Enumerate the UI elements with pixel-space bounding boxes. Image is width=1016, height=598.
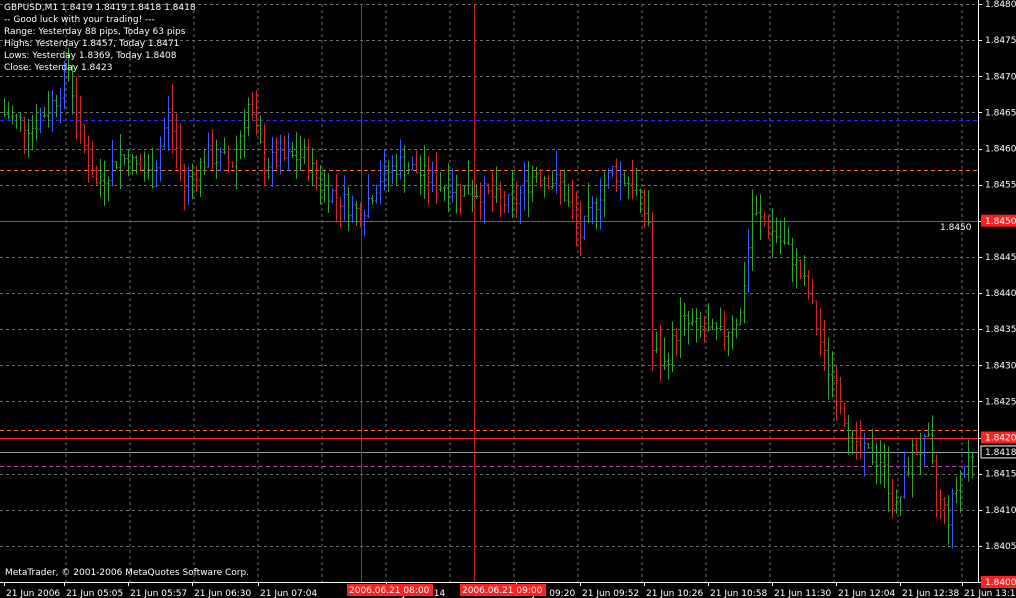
y-tick-label: 1.8480 (985, 0, 1016, 10)
copyright-text: MetaTrader, © 2001-2006 MetaQuotes Softw… (5, 568, 250, 578)
range-line: Range: Yesterday 88 pips, Today 63 pips (4, 27, 186, 37)
x-tick-label: 21 Jun 12:04 (838, 589, 895, 598)
x-tick-label: 21 Jun 11:30 (774, 589, 831, 598)
chart-background (0, 0, 1016, 598)
level-annotation: 1.8450 (940, 223, 972, 233)
y-tick-label: 1.8460 (985, 145, 1016, 155)
y-tick-label: 1.8470 (985, 72, 1016, 82)
y-tick-label: 1.8445 (985, 253, 1016, 263)
x-tick-label: 21 Jun 10:58 (710, 589, 767, 598)
y-tick-label: 1.8415 (985, 470, 1016, 480)
lows-line: Lows: Yesterday 1.8369, Today 1.8408 (4, 51, 177, 61)
y-tick-label: 1.8465 (985, 108, 1016, 118)
y-tick-label: 1.8455 (985, 181, 1016, 191)
y-tick-label: 1.8440 (985, 289, 1016, 299)
x-tick-label: 21 Jun 09:52 (582, 589, 639, 598)
y-tick-label: 1.8405 (985, 542, 1016, 552)
symbol-line: GBPUSD,M1 1.8419 1.8419 1.8418 1.8418 (4, 3, 196, 13)
x-tick-label: 21 Jun 10:26 (646, 589, 703, 598)
y-tick-label: 1.8475 (985, 36, 1016, 46)
x-tick-label: 21 Jun 05:05 (66, 589, 123, 598)
x-marker-label: 2006.06.21 08:00 (349, 586, 430, 596)
y-tick-label: 1.8425 (985, 397, 1016, 407)
comment-line: -- Good luck with your trading! --- (4, 15, 155, 25)
close-line: Close: Yesterday 1.8423 (4, 63, 113, 73)
y-tick-label: 1.8410 (985, 506, 1016, 516)
x-marker-label: 2006.06.21 09:00 (462, 586, 543, 596)
chart-info-panel: GBPUSD,M1 1.8419 1.8419 1.8418 1.8418 --… (4, 2, 196, 74)
level-label-text: 1.8400 (985, 578, 1016, 588)
x-tick-label: 21 Jun 2006 (6, 589, 60, 598)
y-tick-label: 1.8435 (985, 325, 1016, 335)
x-tick-label: 21 Jun 07:04 (260, 589, 317, 598)
x-tick-label: 21 Jun 05:57 (130, 589, 187, 598)
x-tick-label: 21 Jun 12:38 (902, 589, 959, 598)
price-chart[interactable]: 1.8480 1.8475 1.8470 1.8465 1.8460 1.8455 1.84… (0, 0, 1016, 598)
x-tick-label: 21 Jun 06:30 (194, 589, 251, 598)
highs-line: Highs: Yesterday 1.8457, Today 1.8471 (4, 39, 180, 49)
level-label-text: 1.8420 (985, 434, 1016, 444)
level-label-text: 1.8450 (985, 217, 1016, 227)
level-label-text: 1.8418 (985, 448, 1016, 458)
y-tick-label: 1.8430 (985, 361, 1016, 371)
x-tick-label: 21 Jun 13:11 (964, 589, 1016, 598)
